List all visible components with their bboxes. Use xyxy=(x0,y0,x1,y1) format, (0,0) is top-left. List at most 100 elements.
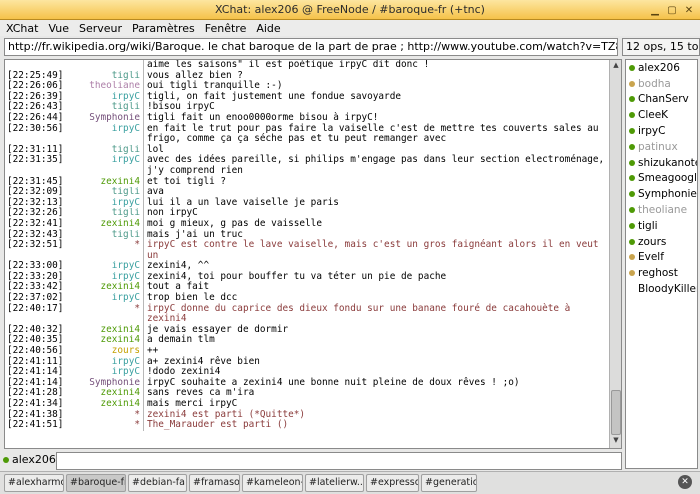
close-icon[interactable]: ✕ xyxy=(682,3,696,17)
menu-serveur[interactable]: Serveur xyxy=(79,22,122,35)
user-status-icon xyxy=(629,191,635,198)
nick-label[interactable]: theoliane xyxy=(67,81,143,92)
maximize-icon[interactable]: ▢ xyxy=(665,3,679,17)
nick-label[interactable]: zexini4 xyxy=(67,388,143,399)
user-list-item[interactable]: Symphonie xyxy=(626,186,697,202)
user-list-item[interactable]: Smeagoogle xyxy=(626,171,697,187)
channel-tab[interactable]: #alexharmo.. xyxy=(4,474,64,492)
menu-aide[interactable]: Aide xyxy=(256,22,280,35)
channel-tab[interactable]: #framasoft xyxy=(189,474,240,492)
chat-line: [22:32:13] irpyC lui il a un lave vaiselle… xyxy=(5,197,609,209)
close-tab-icon[interactable]: ✕ xyxy=(678,475,692,489)
nick-label[interactable]: zexini4 xyxy=(67,325,143,336)
nick-label[interactable] xyxy=(67,134,143,145)
menu-parametres[interactable]: Paramètres xyxy=(132,22,195,35)
status-dot-icon xyxy=(3,457,9,463)
user-name: irpyC xyxy=(638,125,666,138)
nick-label[interactable]: Symphonie xyxy=(67,378,143,389)
user-list-item[interactable]: reghost xyxy=(626,265,697,281)
topic-field[interactable]: http://fr.wikipedia.org/wiki/Baroque. le… xyxy=(4,38,618,56)
user-list-item[interactable]: ChanServ xyxy=(626,92,697,108)
nick-label[interactable]: zexini4 xyxy=(67,399,143,410)
nick-label[interactable]: irpyC xyxy=(67,261,143,272)
user-list[interactable]: alex206 bodha ChanServ CleeK irpyC patinux shi… xyxy=(625,59,698,469)
channel-tab[interactable]: #latelierw.. xyxy=(305,474,364,492)
user-status-icon xyxy=(629,254,635,261)
user-list-item[interactable]: BloodyKiller xyxy=(626,281,697,297)
user-list-item[interactable]: Evelf xyxy=(626,250,697,266)
nick-label[interactable]: tigli xyxy=(67,208,143,219)
menu-vue[interactable]: Vue xyxy=(48,22,69,35)
chat-scrollbar[interactable]: ▲ ▼ xyxy=(609,60,621,448)
channel-tab[interactable]: #expresso xyxy=(366,474,419,492)
user-list-item[interactable]: patinux xyxy=(626,139,697,155)
nick-label[interactable]: * xyxy=(67,240,143,261)
nick-label[interactable]: tigli xyxy=(67,187,143,198)
user-list-item[interactable]: shizukanotenshi xyxy=(626,155,697,171)
my-nick-button[interactable]: alex206 xyxy=(12,453,56,466)
user-list-item[interactable]: theoliane xyxy=(626,202,697,218)
scroll-down-icon[interactable]: ▼ xyxy=(611,436,621,446)
timestamp: [22:26:44] xyxy=(7,111,64,123)
channel-tab[interactable]: #generatio.. xyxy=(421,474,477,492)
scrollbar-thumb[interactable] xyxy=(611,390,621,435)
user-list-item[interactable]: alex206 xyxy=(626,60,697,76)
user-status-icon xyxy=(629,143,635,150)
user-list-item[interactable]: bodha xyxy=(626,76,697,92)
chat-log[interactable]: aime les saisons" il est poétique irpyC … xyxy=(5,60,609,448)
nick-label[interactable]: Symphonie xyxy=(67,113,143,124)
nick-label[interactable]: irpyC xyxy=(67,272,143,283)
user-list-item[interactable]: zours xyxy=(626,234,697,250)
message-text: moi g mieux, g pas de vaisselle xyxy=(147,217,322,229)
minimize-icon[interactable]: ▁ xyxy=(648,3,662,17)
timestamp: [22:41:51] xyxy=(7,419,64,431)
menu-fenetre[interactable]: Fenêtre xyxy=(205,22,247,35)
nick-label[interactable]: zours xyxy=(67,346,143,357)
nick-label[interactable]: tigli xyxy=(67,230,143,241)
user-name: tigli xyxy=(638,219,658,232)
nick-label[interactable]: zexini4 xyxy=(67,219,143,230)
chat-line: [22:26:44] Symphonie tigli fait un enoo000… xyxy=(5,111,609,124)
menu-bar: XChat Vue Serveur Paramètres Fenêtre Aid… xyxy=(0,20,700,36)
timestamp: [22:32:41] xyxy=(7,217,64,229)
nick-label[interactable]: irpyC xyxy=(67,357,143,368)
nick-label[interactable]: irpyC xyxy=(67,92,143,103)
user-status-icon xyxy=(629,96,635,103)
user-name: ChanServ xyxy=(638,93,689,106)
input-row: alex206 xyxy=(0,451,623,470)
nick-label[interactable]: irpyC xyxy=(67,293,143,304)
user-status-icon xyxy=(629,112,635,119)
nick-label[interactable]: zexini4 xyxy=(67,177,143,188)
nick-label[interactable]: tigli xyxy=(67,102,143,113)
message-input[interactable] xyxy=(56,452,622,470)
scroll-up-icon[interactable]: ▲ xyxy=(611,61,621,71)
nick-label[interactable]: irpyC xyxy=(67,198,143,209)
nick-label[interactable]: zexini4 xyxy=(67,282,143,293)
title-bar: XChat: alex206 @ FreeNode / #baroque-fr … xyxy=(0,0,700,20)
nick-label[interactable]: * xyxy=(67,420,143,431)
user-list-item[interactable]: irpyC xyxy=(626,123,697,139)
user-status-icon xyxy=(629,128,635,135)
user-count-button[interactable]: 12 ops, 15 to xyxy=(622,38,700,56)
nick-label[interactable]: tigli xyxy=(67,71,143,82)
message-text: irpyC est contre le lave vaiselle, mais … xyxy=(147,239,605,261)
nick-label[interactable]: tigli xyxy=(67,145,143,156)
nick-label[interactable] xyxy=(67,166,143,177)
nick-label[interactable]: * xyxy=(67,304,143,325)
user-status-icon xyxy=(629,80,635,87)
timestamp: [22:31:35] xyxy=(7,154,64,166)
menu-xchat[interactable]: XChat xyxy=(6,22,38,35)
nick-label[interactable] xyxy=(67,60,143,71)
nick-label[interactable]: irpyC xyxy=(67,124,143,135)
user-status-icon xyxy=(629,270,635,277)
channel-tab[interactable]: #kameleon-.. xyxy=(242,474,303,492)
nick-label[interactable]: zexini4 xyxy=(67,335,143,346)
user-list-item[interactable]: CleeK xyxy=(626,107,697,123)
channel-tab[interactable]: #baroque-fr.. xyxy=(66,474,126,492)
nick-label[interactable]: irpyC xyxy=(67,367,143,378)
nick-label[interactable]: * xyxy=(67,410,143,421)
nick-label[interactable]: irpyC xyxy=(67,155,143,166)
message-text: zexini4, toi pour bouffer tu va téter un… xyxy=(147,270,447,282)
channel-tab[interactable]: #debian-fa.. xyxy=(128,474,187,492)
user-list-item[interactable]: tigli xyxy=(626,218,697,234)
